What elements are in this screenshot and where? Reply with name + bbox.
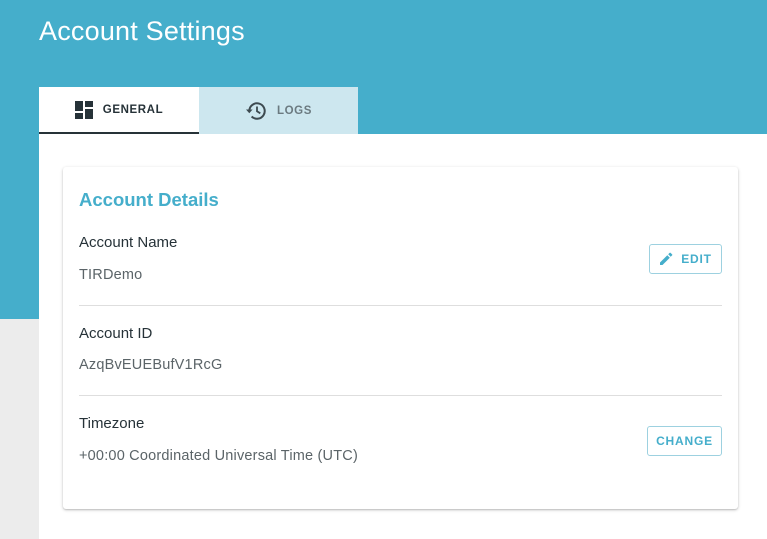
divider [79, 395, 722, 396]
timezone-label: Timezone [79, 415, 145, 432]
account-name-label: Account Name [79, 234, 178, 251]
history-icon [245, 101, 267, 121]
account-id-label: Account ID [79, 325, 153, 342]
account-details-card: Account Details Account Name TIRDemo EDI… [63, 167, 738, 509]
tab-logs[interactable]: LOGS [199, 87, 358, 134]
dashboard-icon [74, 100, 93, 119]
tab-logs-label: LOGS [277, 104, 312, 117]
card-title: Account Details [79, 189, 219, 210]
divider [79, 305, 722, 306]
edit-button-label: EDIT [681, 252, 712, 266]
edit-account-name-button[interactable]: EDIT [649, 244, 722, 274]
account-name-value: TIRDemo [79, 267, 143, 283]
tab-bar: GENERAL LOGS [39, 87, 358, 134]
tab-general-label: GENERAL [102, 103, 164, 116]
settings-panel: Account Details Account Name TIRDemo EDI… [39, 134, 767, 539]
change-timezone-button[interactable]: CHANGE [647, 426, 722, 456]
change-button-label: CHANGE [656, 434, 713, 448]
pencil-icon [659, 252, 673, 266]
page-title: Account Settings [39, 16, 245, 46]
account-id-value: AzqBvEUEBufV1RcG [79, 357, 223, 373]
tab-general[interactable]: GENERAL [39, 87, 199, 134]
timezone-value: +00:00 Coordinated Universal Time (UTC) [79, 448, 358, 464]
